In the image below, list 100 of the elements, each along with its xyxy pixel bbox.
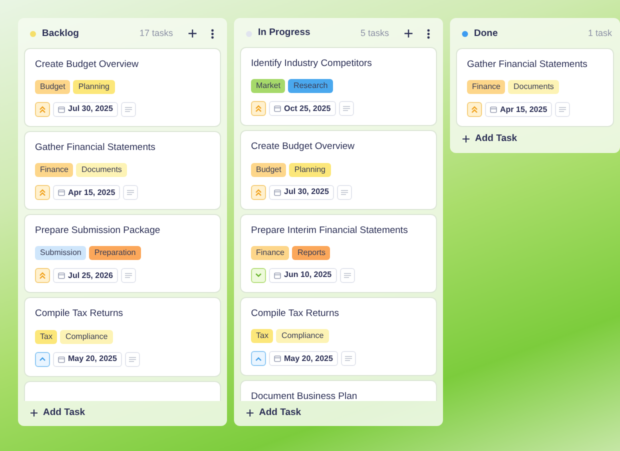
calendar-icon bbox=[58, 356, 65, 363]
calendar-icon bbox=[58, 272, 65, 280]
task-card[interactable]: Document Business Plan bbox=[240, 380, 437, 401]
calendar-icon bbox=[58, 189, 65, 196]
priority-button[interactable] bbox=[251, 101, 266, 116]
task-tag: Research bbox=[288, 79, 333, 94]
task-tag: Tax bbox=[35, 330, 58, 344]
lines-icon bbox=[340, 190, 348, 195]
calendar-icon bbox=[274, 188, 281, 196]
task-count: 5 tasks bbox=[360, 26, 389, 40]
due-date-button[interactable]: Apr 15, 2025 bbox=[485, 102, 552, 118]
task-title: Prepare Submission Package bbox=[35, 224, 162, 238]
double-chevron-up-icon bbox=[255, 188, 262, 196]
description-button[interactable] bbox=[336, 184, 352, 200]
task-tag: Documents bbox=[76, 163, 127, 178]
task-tag: Compliance bbox=[276, 329, 329, 344]
task-tag: Preparation bbox=[89, 246, 141, 260]
double-chevron-up-icon bbox=[39, 189, 46, 196]
calendar-icon bbox=[490, 106, 497, 114]
task-title: Create Budget Overview bbox=[35, 58, 140, 72]
description-button[interactable] bbox=[340, 351, 356, 366]
task-title: Prepare Interim Financial Statements bbox=[251, 224, 409, 238]
description-button[interactable] bbox=[555, 102, 570, 118]
column-title: Done bbox=[474, 26, 498, 41]
lines-icon bbox=[344, 356, 352, 362]
add-task-button[interactable]: Add Task bbox=[18, 400, 227, 426]
task-card[interactable]: Identify Industry Competitors Market Research Oct 25, 2025 bbox=[240, 47, 437, 126]
task-card[interactable]: Compile Tax Returns Tax Compliance May 20, 2025 bbox=[240, 296, 437, 376]
task-count: 17 tasks bbox=[139, 27, 173, 40]
column-title: In Progress bbox=[258, 26, 310, 40]
task-count: 1 task bbox=[588, 27, 612, 40]
task-title: Compile Tax Returns bbox=[35, 307, 124, 322]
lines-icon bbox=[559, 107, 566, 112]
lines-icon bbox=[127, 190, 134, 196]
due-date-button[interactable]: May 20, 2025 bbox=[53, 352, 122, 367]
task-card[interactable]: Gather Financial Statements Finance Documents Apr 15, 2025 bbox=[456, 48, 614, 128]
priority-button[interactable] bbox=[35, 352, 50, 367]
task-tag: Budget bbox=[251, 162, 286, 177]
task-card[interactable]: Create Budget Overview Budget Planning Jul 30, 2025 bbox=[24, 48, 221, 127]
task-tag: Compliance bbox=[60, 330, 113, 344]
double-chevron-up-icon bbox=[39, 106, 46, 113]
plus-icon bbox=[30, 408, 38, 417]
priority-button[interactable] bbox=[251, 184, 266, 200]
task-title: Gather Financial Statements bbox=[35, 140, 156, 155]
lines-icon bbox=[128, 356, 136, 362]
due-date-button[interactable]: Jul 30, 2025 bbox=[269, 184, 334, 200]
priority-button[interactable] bbox=[35, 268, 50, 284]
task-tag: Budget bbox=[35, 80, 70, 94]
task-tag: Tax bbox=[251, 329, 274, 344]
priority-button[interactable] bbox=[35, 185, 50, 200]
task-tag: Market bbox=[251, 79, 286, 94]
task-card[interactable]: Prepare Interim Financial Statements Finance Reports Jun 10, 2025 bbox=[240, 214, 437, 293]
chevron-up-icon bbox=[255, 356, 262, 361]
task-title: Create Budget Overview bbox=[251, 140, 356, 154]
plus-icon bbox=[462, 135, 470, 144]
description-button[interactable] bbox=[120, 268, 136, 284]
double-chevron-up-icon bbox=[39, 272, 46, 280]
lines-icon bbox=[342, 106, 350, 112]
plus-icon bbox=[246, 408, 254, 417]
calendar-icon bbox=[58, 106, 65, 113]
chevron-up-icon bbox=[39, 357, 46, 362]
task-tag: Planning bbox=[289, 162, 330, 177]
task-tag: Submission bbox=[35, 246, 86, 260]
due-date-button[interactable]: Jun 10, 2025 bbox=[269, 268, 337, 283]
task-card[interactable]: Compile Tax Returns Tax Compliance May 20, 2025 bbox=[24, 297, 221, 377]
task-tag: Finance bbox=[35, 163, 74, 178]
add-task-button[interactable]: Add Task bbox=[234, 400, 443, 426]
task-title: Document Business Plan bbox=[251, 390, 358, 401]
due-date-button[interactable]: Jul 30, 2025 bbox=[53, 102, 118, 117]
kebab-menu-icon bbox=[210, 28, 214, 39]
description-button[interactable] bbox=[120, 102, 136, 117]
double-chevron-up-icon bbox=[471, 106, 478, 114]
priority-button[interactable] bbox=[467, 102, 482, 118]
add-task-button[interactable]: Add Task bbox=[450, 127, 620, 152]
due-date-button[interactable]: Jul 25, 2026 bbox=[53, 268, 118, 284]
kebab-menu-icon bbox=[426, 28, 430, 39]
description-button[interactable] bbox=[338, 101, 354, 116]
task-title: Identify Industry Competitors bbox=[251, 57, 373, 72]
task-card[interactable]: Gather Financial Statements Finance Documents Apr 15, 2025 bbox=[24, 130, 221, 210]
lines-icon bbox=[124, 273, 132, 278]
priority-button[interactable] bbox=[251, 351, 266, 366]
task-tag: Planning bbox=[73, 80, 114, 94]
priority-button[interactable] bbox=[35, 102, 50, 117]
description-button[interactable] bbox=[340, 268, 355, 283]
plus-icon bbox=[404, 29, 412, 38]
description-button[interactable] bbox=[124, 352, 140, 367]
description-button[interactable] bbox=[123, 185, 138, 200]
task-title: Compile Tax Returns bbox=[251, 306, 340, 321]
due-date-button[interactable]: Apr 15, 2025 bbox=[53, 185, 120, 200]
due-date-button[interactable]: May 20, 2025 bbox=[269, 351, 338, 366]
task-title: Gather Financial Statements bbox=[467, 58, 588, 72]
task-card[interactable]: Create Budget Overview Budget Planning Jul 30, 2025 bbox=[240, 130, 437, 210]
calendar-icon bbox=[274, 272, 281, 279]
due-date-button[interactable]: Oct 25, 2025 bbox=[269, 101, 336, 116]
priority-button[interactable] bbox=[251, 268, 266, 283]
lines-icon bbox=[124, 106, 132, 112]
task-tag: Documents bbox=[508, 80, 559, 94]
task-card[interactable]: Prepare Submission Package Submission Preparation Jul 25, 2026 bbox=[24, 214, 221, 294]
column-title: Backlog bbox=[42, 26, 79, 41]
lines-icon bbox=[344, 272, 351, 278]
